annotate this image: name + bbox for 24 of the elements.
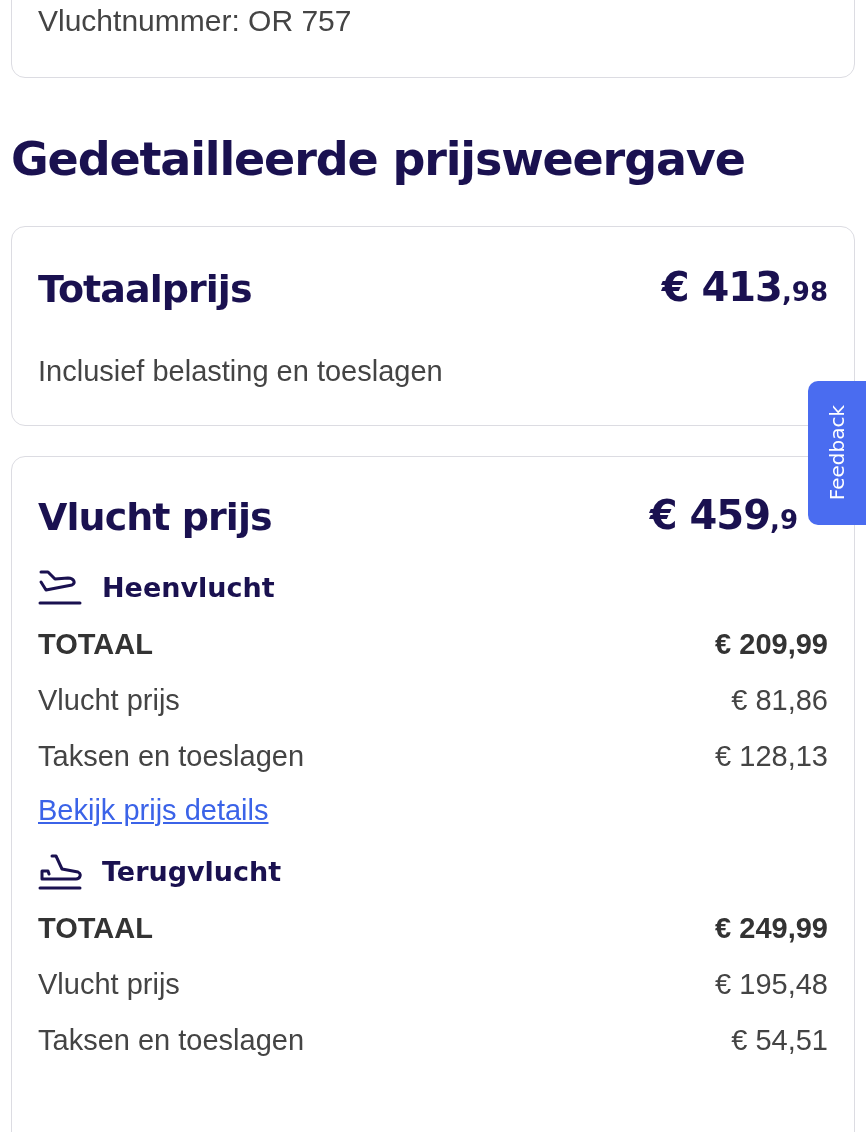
price-value: € 209,99	[715, 626, 828, 662]
price-label: TOTAAL	[38, 910, 153, 946]
price-details-link[interactable]: Bekijk prijs details	[38, 788, 269, 832]
price-label: Vlucht prijs	[38, 682, 180, 718]
price-value: € 54,51	[731, 1022, 828, 1058]
price-value: € 195,48	[715, 966, 828, 1002]
price-label: Vlucht prijs	[38, 966, 180, 1002]
price-label: TOTAAL	[38, 626, 153, 662]
flight-price: € 459,9	[649, 491, 798, 540]
card-title: Totaalprijs	[38, 266, 252, 313]
leg-title: Heenvlucht	[102, 571, 275, 605]
feedback-tab[interactable]: Feedback	[808, 381, 866, 525]
flight-number: Vluchtnummer: OR 757	[38, 3, 352, 39]
price-value: € 81,86	[731, 682, 828, 718]
card-title: Vlucht prijs	[38, 494, 272, 541]
leg-title: Terugvlucht	[102, 855, 282, 889]
total-price: € 413,98	[661, 263, 828, 312]
landing-icon	[38, 853, 82, 892]
price-label: Taksen en toeslagen	[38, 738, 305, 774]
price-label: Taksen en toeslagen	[38, 1022, 305, 1058]
price-value: € 128,13	[715, 738, 828, 774]
tax-note: Inclusief belasting en toeslagen	[38, 354, 444, 389]
price-value: € 249,99	[715, 910, 828, 946]
takeoff-icon	[38, 569, 82, 608]
